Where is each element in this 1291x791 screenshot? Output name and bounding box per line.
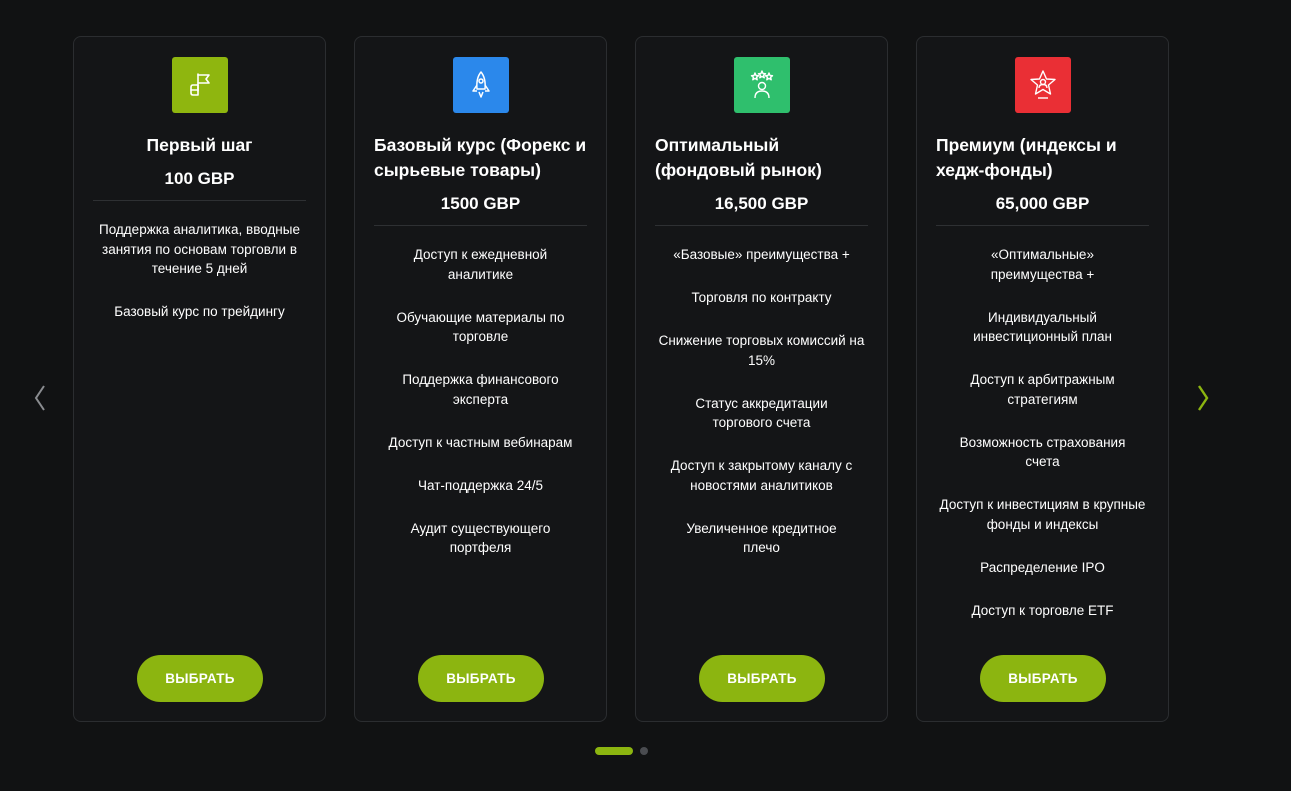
plan-feature: Снижение торговых комиссий на 15%: [658, 333, 865, 368]
pagination-dot[interactable]: [640, 747, 648, 755]
plan-feature: Доступ к арбитражным стратегиям: [970, 372, 1115, 407]
select-plan-button[interactable]: ВЫБРАТЬ: [699, 655, 825, 702]
plan-feature: Индивидуальный инвестиционный план: [973, 309, 1112, 345]
prev-arrow-button[interactable]: [31, 380, 51, 416]
flag-hand-icon: [189, 73, 210, 96]
pricing-section: Первый шаг 100 GBP Поддержка аналитика, …: [0, 0, 1291, 791]
star-person-icon: [1029, 70, 1056, 99]
plan-feature: Статус аккредитации торгового счета: [695, 395, 828, 431]
select-plan-button[interactable]: ВЫБРАТЬ: [980, 655, 1106, 702]
plan-title: Базовый курс (Форекс и сырьевые товары): [374, 135, 587, 180]
select-plan-button[interactable]: ВЫБРАТЬ: [137, 655, 263, 702]
plan-price: 1500 GBP: [440, 194, 521, 213]
plan-price: 100 GBP: [164, 169, 235, 188]
plan-feature: Поддержка аналитика, вводные занятия по …: [99, 222, 300, 276]
plan-title: Первый шаг: [146, 135, 253, 155]
plan-feature: Чат-поддержка 24/5: [418, 477, 543, 493]
plan-feature: Доступ к закрытому каналу с новостями ан…: [670, 458, 853, 493]
plan-feature: Распределение IPO: [980, 559, 1105, 575]
plan-feature: Доступ к торговле ETF: [971, 602, 1114, 618]
plan-card-premium: Премиум (индексы и хедж-фонды) 65,000 GB…: [916, 36, 1169, 722]
select-plan-button[interactable]: ВЫБРАТЬ: [418, 655, 544, 702]
plan-features: «Базовые» преимущества + Торговля по кон…: [655, 245, 868, 558]
plan-price: 65,000 GBP: [995, 194, 1090, 213]
plan-card-first-step: Первый шаг 100 GBP Поддержка аналитика, …: [73, 36, 326, 722]
divider: [655, 225, 868, 226]
pricing-cards: Первый шаг 100 GBP Поддержка аналитика, …: [73, 36, 1169, 722]
plan-feature: «Базовые» преимущества +: [673, 247, 850, 262]
plan-features: Поддержка аналитика, вводные занятия по …: [93, 220, 306, 322]
divider: [374, 225, 587, 226]
plan-title: Оптимальный (фондовый рынок): [655, 135, 822, 180]
plan-price: 16,500 GBP: [714, 194, 809, 213]
carousel-pagination: [595, 747, 648, 755]
plan-feature: Доступ к инвестициям в крупные фонды и и…: [939, 497, 1146, 532]
next-arrow-button[interactable]: [1192, 380, 1212, 416]
plan-feature: Обучающие материалы по торговле: [396, 309, 565, 345]
rocket-icon: [471, 71, 490, 98]
plan-feature: «Оптимальные» преимущества +: [990, 247, 1095, 282]
plan-feature: Увеличенное кредитное плечо: [686, 520, 837, 556]
plan-icon-box: [1014, 57, 1071, 113]
plan-feature: Возможность страхования счета: [959, 434, 1126, 470]
plan-card-optimal: Оптимальный (фондовый рынок) 16,500 GBP …: [635, 36, 888, 722]
chevron-left-icon: [34, 385, 45, 411]
plan-feature: Аудит существующего портфеля: [410, 520, 551, 556]
person-stars-icon: [750, 70, 773, 99]
plan-feature: Торговля по контракту: [691, 290, 832, 305]
plan-title: Премиум (индексы и хедж-фонды): [936, 135, 1117, 180]
chevron-right-icon: [1198, 385, 1209, 411]
plan-features: «Оптимальные» преимущества + Индивидуаль…: [936, 245, 1149, 620]
plan-icon-box: [452, 57, 509, 113]
plan-icon-box: [733, 57, 790, 113]
plan-feature: Базовый курс по трейдингу: [114, 304, 285, 319]
plan-feature: Доступ к частным вебинарам: [388, 434, 573, 450]
plan-feature: Доступ к ежедневной аналитике: [413, 247, 548, 282]
plan-features: Доступ к ежедневной аналитике Обучающие …: [374, 245, 587, 558]
plan-feature: Поддержка финансового эксперта: [402, 372, 559, 407]
divider: [936, 225, 1149, 226]
pagination-dot-active[interactable]: [595, 747, 633, 755]
plan-icon-box: [171, 57, 228, 113]
plan-card-basic: Базовый курс (Форекс и сырьевые товары) …: [354, 36, 607, 722]
divider: [93, 200, 306, 201]
